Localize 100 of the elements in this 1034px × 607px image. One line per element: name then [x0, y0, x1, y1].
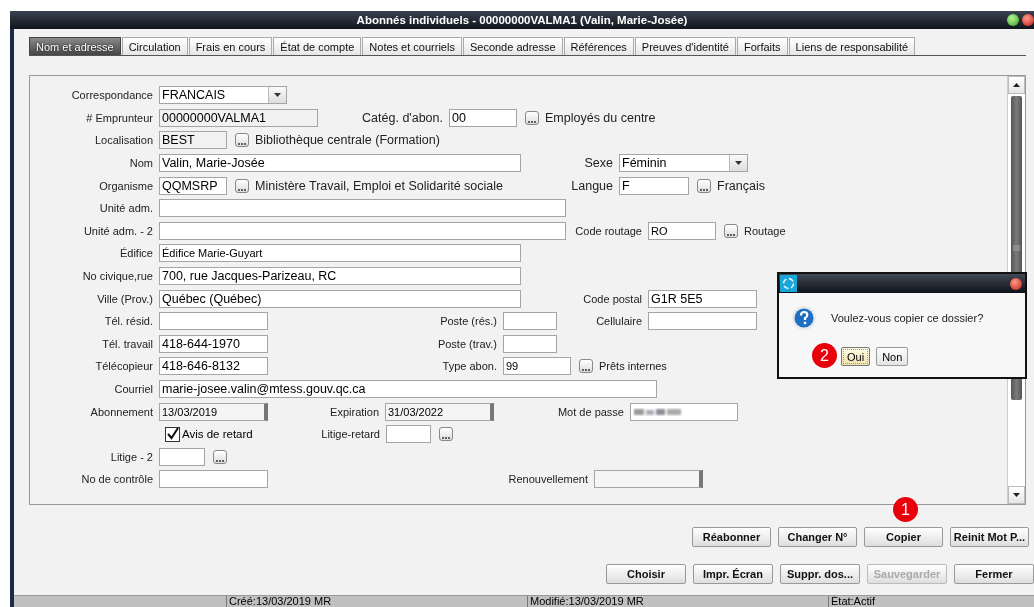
checkbox-label: Avis de retard: [182, 428, 253, 441]
close-button[interactable]: [1010, 277, 1022, 290]
tab[interactable]: Notes et courriels: [362, 37, 462, 55]
dialog-button[interactable]: Oui: [841, 347, 871, 366]
window-title: Abonnés individuels - 00000000VALMA1 (Valin, Marie-Josée): [356, 14, 688, 26]
text-field[interactable]: QQMSRP: [159, 176, 227, 195]
text-field[interactable]: [159, 470, 268, 489]
field-label: Mot de passe: [556, 405, 624, 418]
tab[interactable]: Preuves d'identité: [634, 37, 736, 55]
close-button[interactable]: [1022, 14, 1034, 26]
field-label: # Emprunteur: [85, 111, 153, 124]
text-field[interactable]: Édifice Marie-Guyart: [159, 244, 521, 263]
field-label: Catég. d'abon.: [361, 110, 443, 125]
field-label: Poste (trav.): [436, 337, 497, 350]
ellipsis-icon: [727, 232, 735, 237]
field-label: Localisation: [93, 134, 153, 147]
text-field[interactable]: Québec (Québec): [159, 289, 521, 308]
ellipsis-icon: [238, 142, 246, 147]
action-button[interactable]: Reinit Mot P...: [950, 527, 1029, 547]
text-field[interactable]: [386, 425, 431, 444]
field-label: Langue: [570, 178, 613, 193]
tab[interactable]: État de compte: [273, 37, 362, 55]
field-label: Correspondance: [70, 89, 153, 102]
more-button[interactable]: [579, 359, 593, 374]
field-label: Litige - 2: [109, 450, 153, 463]
text-field[interactable]: 00: [449, 108, 517, 127]
date-field[interactable]: 13/03/2019: [159, 402, 268, 421]
action-button[interactable]: Fermer: [954, 564, 1034, 584]
action-button[interactable]: Réabonner: [692, 527, 771, 547]
dialog-button[interactable]: Non: [876, 347, 909, 366]
more-button[interactable]: [439, 427, 453, 442]
text-field[interactable]: [159, 312, 268, 331]
more-button[interactable]: [213, 449, 227, 464]
step-badge: 2: [812, 343, 837, 368]
tab[interactable]: Références: [563, 37, 634, 55]
scroll-up-button[interactable]: [1008, 76, 1025, 94]
field-label: Cellulaire: [595, 315, 642, 328]
dropdown-arrow-icon: [735, 161, 742, 166]
text-field[interactable]: [648, 312, 757, 331]
tab[interactable]: Forfaits: [736, 37, 788, 55]
field-label: Nom: [128, 157, 153, 170]
field-label: Ville (Prov.): [96, 292, 153, 305]
more-button[interactable]: [724, 223, 738, 238]
field-label: Sexe: [583, 156, 613, 171]
text-field[interactable]: 00000000VALMA1: [159, 108, 318, 127]
action-button[interactable]: Choisir: [606, 564, 686, 584]
dropdown[interactable]: FRANCAIS: [159, 86, 287, 105]
tab[interactable]: Nom et adresse: [29, 37, 121, 55]
grip-icon: [1013, 245, 1020, 251]
field-label: Unité adm. - 2: [82, 224, 153, 237]
field-description: Routage: [744, 224, 786, 237]
maximize-button[interactable]: [1007, 14, 1019, 26]
text-field[interactable]: [159, 447, 205, 466]
text-field[interactable]: [159, 221, 566, 240]
date-field[interactable]: 31/03/2022: [385, 402, 494, 421]
text-field[interactable]: F: [619, 176, 689, 195]
field-label: Renouvellement: [507, 473, 588, 486]
action-button[interactable]: Impr. Écran: [693, 564, 773, 584]
text-field[interactable]: Valin, Marie-Josée: [159, 154, 521, 173]
down-arrow-icon: [1013, 493, 1020, 497]
dropdown[interactable]: Féminin: [619, 154, 748, 173]
text-field[interactable]: 418-644-1970: [159, 334, 268, 353]
text-field[interactable]: 99: [503, 357, 571, 376]
more-button[interactable]: [235, 133, 249, 148]
more-button[interactable]: [235, 178, 249, 193]
action-button[interactable]: Changer N°: [778, 527, 857, 547]
text-field[interactable]: RO: [648, 221, 716, 240]
tab[interactable]: Frais en cours: [188, 37, 273, 55]
text-field[interactable]: BEST: [159, 131, 227, 150]
more-button[interactable]: [525, 110, 539, 125]
field-label: Type abon.: [441, 360, 497, 373]
status-text: Modifié:13/03/2019 MR: [527, 596, 828, 607]
text-field[interactable]: [503, 312, 557, 331]
text-field[interactable]: 700, rue Jacques-Parizeau, RC: [159, 267, 521, 286]
date-field[interactable]: [594, 470, 703, 489]
action-button[interactable]: Copier: [864, 527, 943, 547]
text-field[interactable]: G1R 5E5: [648, 289, 757, 308]
dropdown-arrow-icon: [274, 93, 281, 98]
step-badge: 1: [893, 497, 918, 522]
more-button[interactable]: [697, 178, 711, 193]
checkbox[interactable]: [165, 426, 180, 442]
action-button[interactable]: Suppr. dos...: [780, 564, 860, 584]
tab[interactable]: Liens de responsabilité: [788, 37, 916, 55]
text-field[interactable]: marie-josee.valin@mtess.gouv.qc.ca: [159, 380, 657, 398]
text-field[interactable]: [159, 199, 566, 218]
tab[interactable]: Seconde adresse: [462, 37, 563, 55]
text-field[interactable]: [503, 334, 557, 353]
status-text: État:Actif: [828, 596, 1034, 607]
field-label: No de contrôle: [80, 473, 153, 486]
password-field[interactable]: [630, 402, 738, 421]
scroll-down-button[interactable]: [1008, 486, 1025, 504]
field-description: Français: [717, 178, 765, 193]
field-description: Bibliothèque centrale (Formation): [255, 133, 440, 148]
ellipsis-icon: [582, 368, 590, 373]
field-label: Abonnement: [89, 405, 153, 418]
ellipsis-icon: [700, 187, 708, 192]
field-description: Prêts internes: [599, 360, 667, 373]
tab[interactable]: Circulation: [121, 37, 188, 55]
field-label: Organisme: [98, 179, 153, 192]
text-field[interactable]: 418-646-8132: [159, 357, 268, 376]
